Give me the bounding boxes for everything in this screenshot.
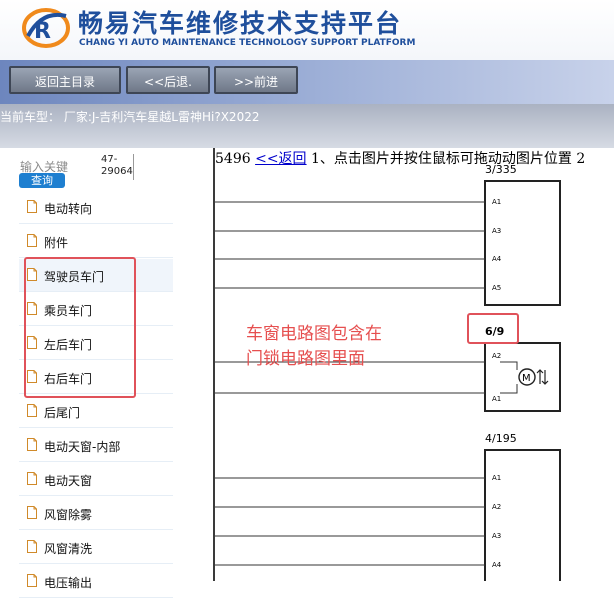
annotation-line-2: 门锁电路图里面 (246, 349, 365, 369)
box2-label: 6/9 (485, 325, 504, 338)
current-model-label: 当前车型： 厂家:J-吉利汽车星越L雷神Hi?X2022 (0, 110, 260, 124)
sidebar-item-label: 风窗除雾 (44, 508, 93, 522)
diagram-viewer[interactable]: 3/335 A1 A3 A4 A5 M 6/9 A2 A1 4/195 A1 A… (215, 148, 614, 581)
box1-pin: A4 (492, 255, 502, 263)
annotation-line-1: 车窗电路图包含在 (246, 324, 382, 344)
box3-pin: A3 (492, 532, 501, 540)
sidebar-item[interactable]: 后尾门 (19, 395, 173, 428)
model-bar: 当前车型： 厂家:J-吉利汽车星越L雷神Hi?X2022 (0, 104, 614, 148)
box1-pin: A5 (492, 284, 501, 292)
document-icon (27, 234, 37, 247)
sidebar-item[interactable]: 附件 (19, 225, 173, 258)
header: R 畅易汽车维修技术支持平台 CHANG YI AUTO MAINTENANCE… (0, 0, 614, 60)
highlight-door-items (24, 257, 136, 398)
forward-button[interactable]: >>前进 (214, 66, 298, 94)
sidebar-item[interactable]: 风窗除雾 (19, 497, 173, 530)
document-icon (27, 438, 37, 451)
box2-pin: A1 (492, 395, 501, 403)
sidebar-item[interactable]: 电动转向 (19, 191, 173, 224)
site-subtitle: CHANG YI AUTO MAINTENANCE TECHNOLOGY SUP… (79, 38, 416, 48)
sidebar-item[interactable]: 风窗清洗 (19, 531, 173, 564)
search-button[interactable]: 查询 (19, 173, 65, 188)
back-button[interactable]: <<后退. (126, 66, 210, 94)
sidebar-item[interactable]: 电动天窗-内部 (19, 429, 173, 462)
search-input[interactable]: 47- 29064 (101, 154, 134, 180)
document-icon (27, 200, 37, 213)
document-icon (27, 506, 37, 519)
box1-pin: A1 (492, 198, 501, 206)
page-number: 5496 (215, 151, 251, 167)
sidebar-item-label: 后尾门 (44, 406, 81, 420)
home-button[interactable]: 返回主目录 (9, 66, 121, 94)
sidebar-item-label: 风窗清洗 (44, 542, 93, 556)
box1-pin: A3 (492, 227, 501, 235)
box3-pin: A4 (492, 561, 502, 569)
motor-symbol: M (522, 373, 531, 384)
sidebar-item-label: 电动转向 (44, 202, 93, 216)
box3-label: 4/195 (485, 432, 517, 445)
box3-pin: A2 (492, 503, 501, 511)
svg-text:R: R (34, 19, 51, 44)
return-link[interactable]: <<返回 (255, 151, 306, 167)
instruction-text: 1、点击图片并按住鼠标可拖动动图片位置 2 (311, 151, 586, 167)
document-icon (27, 472, 37, 485)
box3-pin: A1 (492, 474, 501, 482)
sidebar-item-label: 电动天窗-内部 (44, 440, 121, 454)
sidebar-item-label: 电压输出 (44, 576, 93, 590)
search-value-line2: 29064 (101, 166, 133, 177)
sidebar-item[interactable]: 电动天窗 (19, 463, 173, 496)
logo-icon: R (22, 8, 70, 48)
sidebar-item-label: 附件 (44, 236, 69, 250)
document-icon (27, 540, 37, 553)
content-header: 5496 <<返回 1、点击图片并按住鼠标可拖动动图片位置 2 (215, 148, 585, 168)
sidebar-item[interactable]: 电压输出 (19, 565, 173, 598)
sidebar-item-label: 电动天窗 (44, 474, 93, 488)
box2-pin: A2 (492, 352, 501, 360)
site-title: 畅易汽车维修技术支持平台 (78, 9, 403, 38)
document-icon (27, 404, 37, 417)
toolbar: 返回主目录 <<后退. >>前进 (0, 60, 614, 104)
search-value-line1: 47- (101, 154, 118, 165)
